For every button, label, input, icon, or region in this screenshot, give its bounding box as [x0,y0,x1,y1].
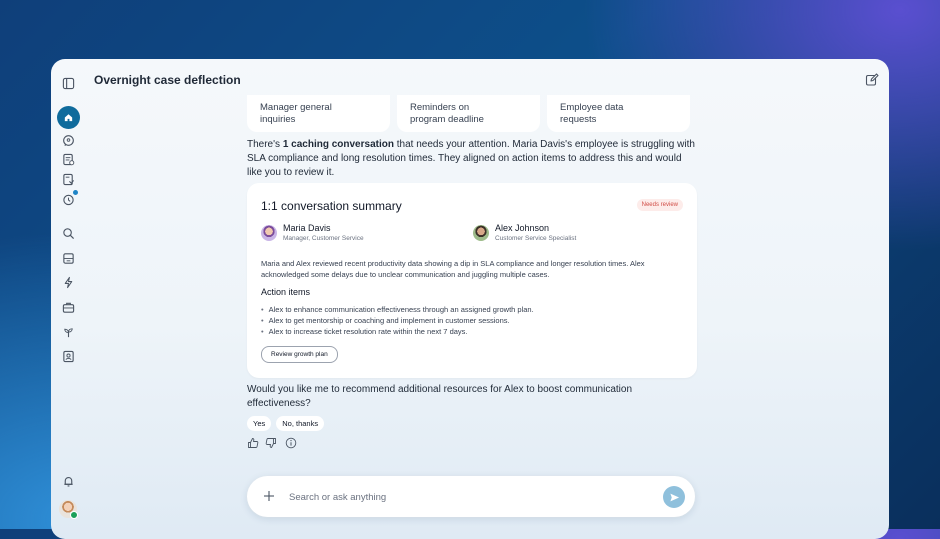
sidebar [51,59,87,539]
summary-title: 1:1 conversation summary [261,199,402,213]
action-items-heading: Action items [261,287,311,297]
card-manager-inquiries[interactable]: Manager general inquiries [247,95,390,132]
storage-icon[interactable] [60,250,76,266]
avatar [261,224,277,241]
participant-name: Alex Johnson [495,223,550,233]
quick-replies: Yes No, thanks [247,416,325,431]
card-label-line1: Employee data [560,102,624,113]
list-item: Alex to enhance communication effectiven… [261,304,534,315]
search-input[interactable] [287,486,651,508]
send-button[interactable] [663,486,685,508]
card-label-line2: program deadline [410,113,484,125]
contact-icon[interactable] [60,348,76,364]
briefcase-icon[interactable] [60,299,76,315]
participant-name: Maria Davis [283,223,331,233]
status-badge: Needs review [636,199,683,211]
plant-icon[interactable] [60,324,76,340]
online-status-dot [70,511,78,519]
support-chat-icon[interactable] [60,132,76,148]
action-items-list: Alex to enhance communication effectiven… [261,304,534,337]
intro-message: There's 1 caching conversation that need… [247,138,697,180]
card-employee-data[interactable]: Employee data requests [547,95,690,132]
tasks-icon[interactable] [60,151,76,167]
page-title: Overnight case deflection [94,73,241,87]
yes-button[interactable]: Yes [247,416,272,431]
app-window: Overnight case deflection Manager genera… [51,59,889,539]
search-bar [247,476,695,517]
edit-icon[interactable] [865,73,879,87]
participant-role: Manager, Customer Service [283,235,364,242]
list-item: Alex to get mentorship or coaching and i… [261,315,534,326]
followup-question: Would you like me to recommend additiona… [247,384,633,409]
bell-icon[interactable] [60,473,76,489]
participant-maria: Maria Davis Manager, Customer Service [261,223,364,242]
conversation-summary-card: 1:1 conversation summary Needs review Ma… [247,183,697,378]
cases-icon[interactable] [60,171,76,187]
info-icon[interactable] [285,436,297,449]
participant-alex: Alex Johnson Customer Service Specialist [473,223,576,242]
thumbs-up-icon[interactable] [247,436,259,448]
intro-highlight: 1 caching conversation [282,139,394,150]
suggestion-cards: Manager general inquiries Reminders on p… [247,95,690,132]
send-icon [669,493,679,501]
card-label-line2: requests [560,113,597,125]
power-icon[interactable] [60,274,76,290]
notification-dot [73,190,78,195]
thumbs-down-icon[interactable] [265,436,277,448]
card-label-line1: Reminders on [410,102,470,113]
plus-icon[interactable] [262,489,276,503]
card-program-reminders[interactable]: Reminders on program deadline [397,95,540,132]
timer-icon[interactable] [60,190,78,207]
summary-body: Maria and Alex reviewed recent productiv… [261,259,645,279]
card-label-line1: Manager general [260,102,332,113]
list-item: Alex to increase ticket resolution rate … [261,326,534,337]
search-icon[interactable] [60,225,76,241]
intro-prefix: There's [247,139,283,150]
panel-toggle-icon[interactable] [60,75,76,91]
avatar [473,224,489,241]
home-icon[interactable] [57,106,80,129]
no-thanks-button[interactable]: No, thanks [276,416,325,431]
review-growth-plan-button[interactable]: Review growth plan [261,346,338,363]
participant-role: Customer Service Specialist [495,235,577,242]
user-avatar[interactable] [59,500,78,519]
card-label-line2: inquiries [260,113,296,125]
